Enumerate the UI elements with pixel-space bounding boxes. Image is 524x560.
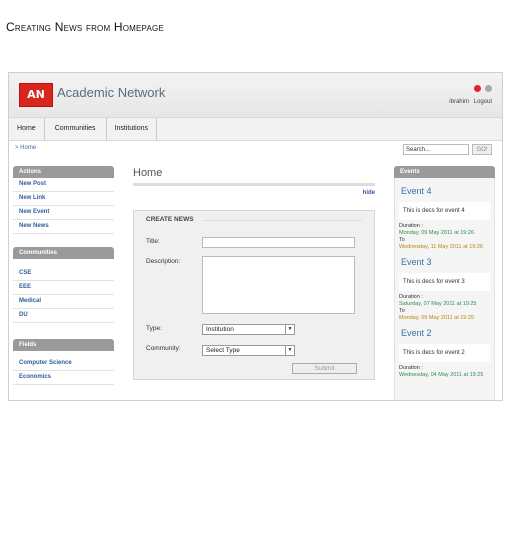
event-duration-label: Duration : xyxy=(399,223,423,229)
form-heading-rule xyxy=(202,220,362,221)
nav-communities[interactable]: Communities xyxy=(45,118,107,140)
create-news-form: CREATE NEWS Title: Description: Type: In… xyxy=(133,210,375,380)
field-economics[interactable]: Economics xyxy=(13,371,114,385)
search-go-button[interactable]: GO! xyxy=(472,144,492,155)
left-sidebar: Actions New Post New Link New Event New … xyxy=(13,166,114,385)
notification-icon[interactable] xyxy=(474,85,481,92)
events-list: Event 4 This is decs for event 4 Duratio… xyxy=(394,178,495,400)
event-description: This is decs for event 2 xyxy=(399,344,490,362)
community-select[interactable]: Select Type ▼ xyxy=(202,345,295,356)
title-divider xyxy=(133,183,375,186)
event-description: This is decs for event 4 xyxy=(399,202,490,220)
nav-institutions[interactable]: Institutions xyxy=(107,118,158,140)
events-sidebar: Events Event 4 This is decs for event 4 … xyxy=(394,166,495,400)
event-description: This is decs for event 3 xyxy=(399,273,490,291)
event-end: Monday, 09 May 2011 at 19:25 xyxy=(399,315,475,321)
community-cse[interactable]: CSE xyxy=(13,267,114,281)
event-title[interactable]: Event 2 xyxy=(401,328,490,338)
event-title[interactable]: Event 4 xyxy=(401,186,490,196)
logout-link[interactable]: Logout xyxy=(474,99,492,105)
chevron-down-icon: ▼ xyxy=(285,346,294,355)
site-name: Academic Network xyxy=(57,85,166,100)
event-title[interactable]: Event 3 xyxy=(401,257,490,267)
document-title: Creating News from Homepage xyxy=(6,20,164,34)
form-heading: CREATE NEWS xyxy=(146,216,194,223)
community-du[interactable]: DU xyxy=(13,309,114,323)
event-to: To xyxy=(399,237,405,243)
site-header: AN Academic Network ibrahim Logout xyxy=(9,73,502,117)
nav-home[interactable]: Home xyxy=(9,118,45,140)
communities-header: Communities xyxy=(13,247,114,259)
event-to: To xyxy=(399,308,405,314)
search-input[interactable]: Search... xyxy=(403,144,469,155)
title-label: Title: xyxy=(146,238,160,245)
main-nav: Home Communities Institutions xyxy=(9,117,502,141)
community-label: Community: xyxy=(146,345,181,352)
new-link-link[interactable]: New Link xyxy=(13,192,114,206)
community-eee[interactable]: EEE xyxy=(13,281,114,295)
type-label: Type: xyxy=(146,325,162,332)
type-select-value: Institution xyxy=(206,326,234,333)
event-duration-label: Duration : xyxy=(399,294,423,300)
events-header: Events xyxy=(394,166,495,178)
page-title: Home xyxy=(133,167,163,179)
main-content: Home hide CREATE NEWS Title: Description… xyxy=(133,166,375,380)
description-textarea[interactable] xyxy=(202,256,355,314)
new-event-link[interactable]: New Event xyxy=(13,206,114,220)
event-start: Monday, 09 May 2011 at 19:26 xyxy=(399,230,475,236)
event-end: Wednesday, 11 May 2011 at 19:26 xyxy=(399,244,483,250)
fields-header: Fields xyxy=(13,339,114,351)
chevron-down-icon: ▼ xyxy=(285,325,294,334)
event-duration-label: Duration : xyxy=(399,365,423,371)
site-logo[interactable]: AN xyxy=(19,83,53,107)
breadcrumb[interactable]: > Home xyxy=(15,145,36,151)
new-news-link[interactable]: New News xyxy=(13,220,114,234)
event-start: Wednesday, 04 May 2011 at 19:25 xyxy=(399,372,484,378)
header-icons xyxy=(474,85,492,92)
actions-header: Actions xyxy=(13,166,114,178)
app-window: AN Academic Network ibrahim Logout Home … xyxy=(8,72,503,401)
hide-link[interactable]: hide xyxy=(363,190,375,196)
field-computer-science[interactable]: Computer Science xyxy=(13,357,114,371)
username-link[interactable]: ibrahim xyxy=(449,99,469,105)
type-select[interactable]: Institution ▼ xyxy=(202,324,295,335)
event-start: Saturday, 07 May 2011 at 19:25 xyxy=(399,301,477,307)
submit-button[interactable]: Submit xyxy=(292,363,357,374)
community-medical[interactable]: Medical xyxy=(13,295,114,309)
user-links: ibrahim Logout xyxy=(446,99,492,105)
community-select-value: Select Type xyxy=(206,347,240,354)
description-label: Description: xyxy=(146,258,181,265)
title-input[interactable] xyxy=(202,237,355,248)
new-post-link[interactable]: New Post xyxy=(13,178,114,192)
settings-icon[interactable] xyxy=(485,85,492,92)
